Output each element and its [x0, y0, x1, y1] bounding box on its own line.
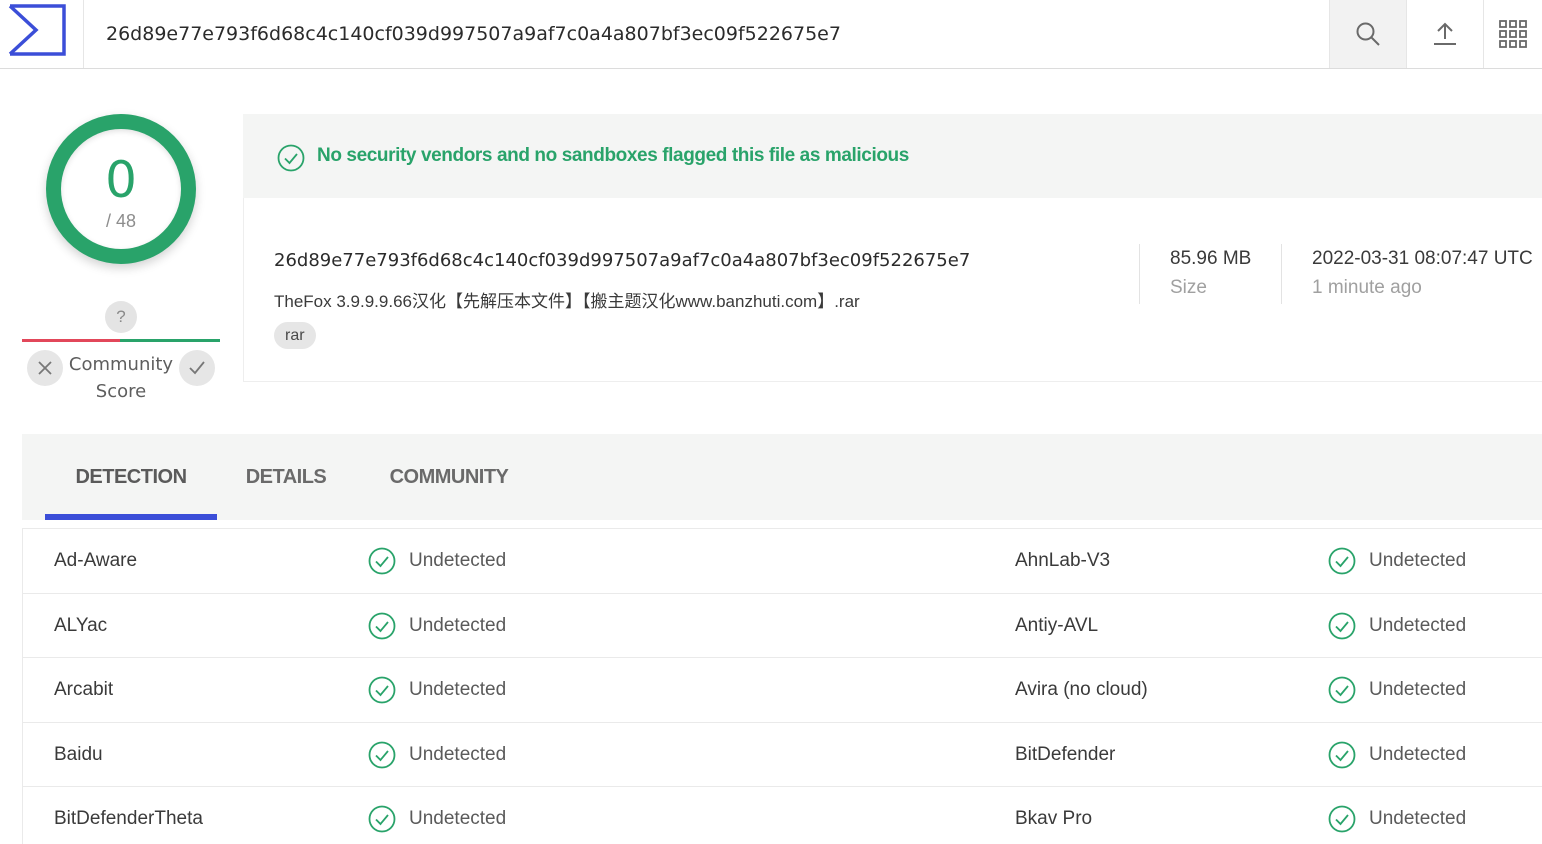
detection-table: Ad-Aware Undetected AhnLab-V3 Undetected… — [22, 528, 1542, 844]
vendor-name: Avira (no cloud) — [1015, 679, 1148, 701]
verdict-banner: No security vendors and no sandboxes fla… — [243, 114, 1542, 198]
check-circle-icon — [277, 144, 305, 172]
check-circle-icon — [1328, 676, 1356, 704]
community-score-positive-bar — [120, 339, 220, 342]
table-row: Ad-Aware Undetected AhnLab-V3 Undetected — [23, 529, 1542, 594]
report-tabs: DETECTION DETAILS COMMUNITY — [22, 434, 1542, 520]
vote-harmless-button[interactable] — [179, 350, 215, 386]
top-bar — [0, 0, 1542, 69]
vote-harmful-button[interactable] — [27, 350, 63, 386]
result-text: Undetected — [409, 614, 507, 636]
check-circle-icon — [368, 805, 396, 833]
check-circle-icon — [1328, 805, 1356, 833]
search-icon — [1356, 22, 1380, 46]
file-size-label: Size — [1170, 277, 1207, 298]
vendor-result: Undetected — [368, 594, 506, 658]
file-size-value: 85.96 MB — [1170, 248, 1252, 269]
check-circle-icon — [368, 676, 396, 704]
vendor-name: Bkav Pro — [1015, 808, 1093, 830]
vendor-name: BitDefender — [1015, 743, 1116, 765]
vendor-result: Undetected — [368, 723, 506, 787]
table-row: Arcabit Undetected Avira (no cloud) Unde… — [23, 658, 1542, 723]
result-text: Undetected — [409, 550, 507, 571]
detection-score-ring: 0 / 48 — [46, 114, 196, 264]
result-text: Undetected — [409, 743, 507, 765]
upload-icon — [1434, 22, 1456, 45]
check-circle-icon — [1328, 612, 1356, 639]
table-row: ALYac Undetected Antiy-AVL Undetected — [23, 594, 1542, 659]
result-text: Undetected — [1369, 743, 1467, 765]
search-input[interactable] — [84, 0, 1329, 68]
result-text: Undetected — [1369, 808, 1467, 830]
community-score-negative-bar — [22, 339, 120, 342]
analysis-date-value: 2022-03-31 08:07:47 UTC — [1312, 248, 1533, 269]
apps-grid-icon — [1499, 20, 1527, 48]
table-row: BitDefenderTheta Undetected Bkav Pro Und… — [23, 787, 1542, 844]
vendor-result: Undetected — [1328, 658, 1466, 722]
vendor-result: Undetected — [1328, 594, 1466, 658]
vendor-name: Ad-Aware — [54, 550, 138, 571]
vendor-result: Undetected — [1328, 723, 1466, 787]
community-score-label-line2: Score — [95, 381, 147, 402]
check-circle-icon — [368, 741, 396, 769]
vendor-result: Undetected — [368, 529, 506, 593]
vendor-name: AhnLab-V3 — [1015, 550, 1111, 571]
file-type-tag[interactable]: rar — [274, 322, 316, 349]
result-text: Undetected — [1369, 550, 1467, 571]
result-text: Undetected — [1369, 614, 1467, 636]
tab-community[interactable]: COMMUNITY — [374, 434, 524, 520]
file-info-card: 26d89e77e793f6d68c4c140cf039d997507a9af7… — [243, 198, 1542, 382]
apps-button[interactable] — [1483, 0, 1542, 68]
vendor-name: Antiy-AVL — [1015, 614, 1099, 636]
search-button[interactable] — [1329, 0, 1406, 68]
checkmark-icon — [189, 361, 205, 375]
active-tab-indicator — [45, 514, 217, 520]
divider — [1139, 244, 1140, 304]
community-score: ? Community Score — [22, 300, 220, 410]
analysis-date-relative: 1 minute ago — [1312, 277, 1422, 298]
virustotal-logo[interactable] — [0, 0, 84, 68]
detection-total: / 48 — [105, 211, 137, 231]
vendor-result: Undetected — [368, 787, 506, 844]
community-score-label: Community Score — [68, 351, 174, 405]
detection-score: 0 / 48 — [61, 129, 181, 249]
table-row: Baidu Undetected BitDefender Undetected — [23, 723, 1542, 788]
community-score-label-line1: Community — [68, 354, 174, 375]
tab-details[interactable]: DETAILS — [234, 434, 338, 520]
file-name: TheFox 3.9.9.9.66汉化【先解压本文件】【搬主题汉化www.ban… — [274, 292, 860, 311]
vendor-result: Undetected — [1328, 787, 1466, 844]
check-circle-icon — [1328, 741, 1356, 769]
result-text: Undetected — [1369, 679, 1467, 701]
upload-button[interactable] — [1406, 0, 1483, 68]
vendor-result: Undetected — [1328, 529, 1466, 593]
virustotal-logo-icon — [8, 4, 66, 56]
check-circle-icon — [368, 547, 396, 575]
vendor-result: Undetected — [368, 658, 506, 722]
vendor-name: BitDefenderTheta — [54, 808, 203, 830]
file-hash[interactable]: 26d89e77e793f6d68c4c140cf039d997507a9af7… — [274, 250, 970, 271]
vendor-name: Baidu — [54, 743, 103, 765]
divider — [1281, 244, 1282, 304]
vendor-name: Arcabit — [54, 679, 114, 701]
result-text: Undetected — [409, 808, 507, 830]
result-text: Undetected — [409, 679, 507, 701]
tab-detection[interactable]: DETECTION — [45, 434, 217, 520]
vendor-name: ALYac — [54, 614, 108, 636]
check-circle-icon — [368, 612, 396, 639]
check-circle-icon — [1328, 547, 1356, 575]
detection-count: 0 — [105, 151, 137, 209]
verdict-text: No security vendors and no sandboxes fla… — [317, 145, 909, 166]
close-icon — [38, 361, 52, 375]
community-score-help-icon[interactable]: ? — [105, 301, 137, 333]
